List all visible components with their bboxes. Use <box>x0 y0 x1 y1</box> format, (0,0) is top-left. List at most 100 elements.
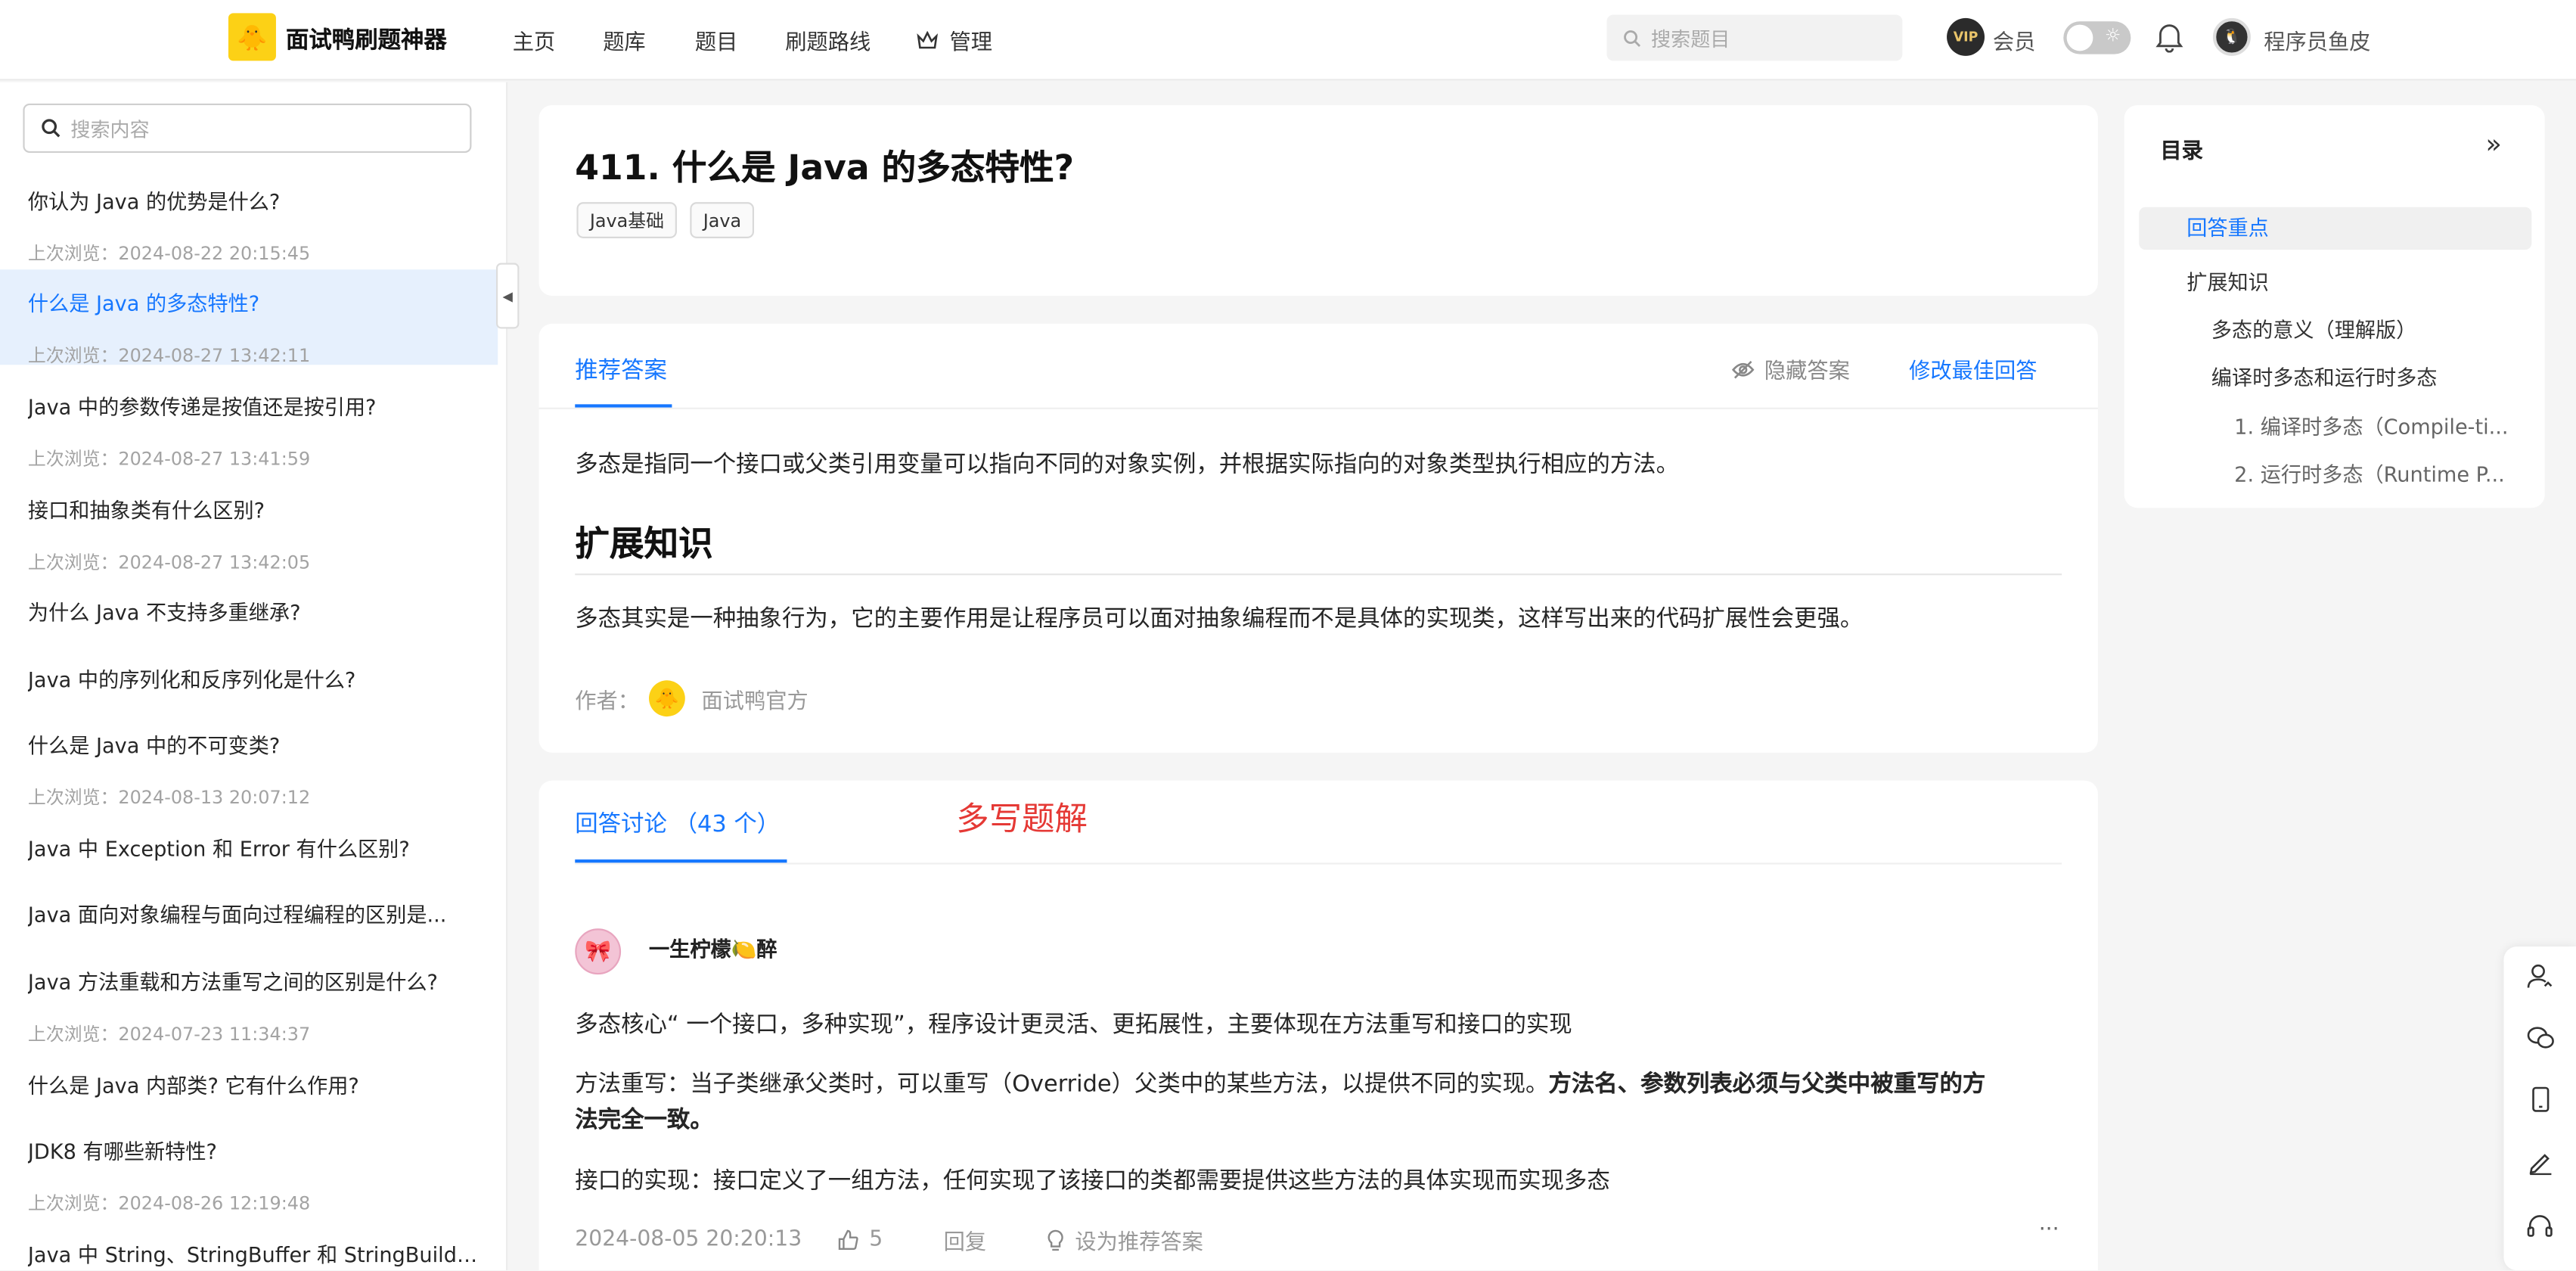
list-item-date: 上次浏览：2024-08-13 20:07:12 <box>27 787 311 809</box>
commenter-name[interactable]: 一生柠檬🍋醉 <box>649 932 777 963</box>
list-item[interactable]: 为什么 Java 不支持多重继承? <box>0 595 498 644</box>
answer-card: 推荐答案 隐藏答案 修改最佳回答 多态是指同一个接口或父类引用变量可以指向不同的… <box>538 323 2098 753</box>
list-item-title: Java 中的参数传递是按值还是按引用? <box>27 394 377 419</box>
author-name[interactable]: 面试鸭官方 <box>702 683 808 714</box>
tab-recommended-answer[interactable]: 推荐答案 <box>575 353 667 386</box>
double-chevron-right-icon[interactable]: » <box>2486 128 2502 159</box>
nav-question-bank[interactable]: 题库 <box>603 25 646 56</box>
toc-item-meaning[interactable]: 多态的意义（理解版） <box>2211 312 2524 343</box>
list-item-date: 上次浏览：2024-07-23 11:34:37 <box>27 1024 311 1046</box>
heading-divider <box>575 573 2062 576</box>
thumbs-up-icon <box>838 1229 858 1251</box>
lightbulb-icon <box>1048 1229 1064 1251</box>
nav-study-route[interactable]: 刷题路线 <box>785 25 871 56</box>
table-of-contents: 目录 » 回答重点 扩展知识 多态的意义（理解版） 编译时多态和运行时多态 1.… <box>2124 105 2545 508</box>
theme-toggle[interactable]: ☼ <box>2063 21 2131 54</box>
list-item[interactable]: Java 中 Exception 和 Error 有什么区别? <box>0 831 498 881</box>
question-title: 411. 什么是 Java 的多态特性? <box>575 148 1075 188</box>
toc-item-compile-time[interactable]: 1. 编译时多态（Compile-ti... <box>2234 409 2522 440</box>
question-sidebar: 搜索内容 你认为 Java 的优势是什么? 上次浏览：2024-08-22 20… <box>0 82 508 1271</box>
extended-knowledge-text: 多态其实是一种抽象行为，它的主要作用是让程序员可以面对抽象编程而不是具体的实现类… <box>575 606 1864 633</box>
list-item-date: 上次浏览：2024-08-26 12:19:48 <box>27 1193 311 1215</box>
toc-title: 目录 <box>2160 139 2203 165</box>
caret-left-icon: ◀ <box>502 288 513 303</box>
list-item-date: 上次浏览：2024-08-27 13:42:05 <box>27 552 311 574</box>
duck-avatar-icon: 🐥 <box>649 680 685 717</box>
search-icon <box>42 119 61 138</box>
list-item-title: 接口和抽象类有什么区别? <box>27 498 265 523</box>
author-label: 作者： <box>575 689 640 714</box>
comment-footer: 2024-08-05 20:20:13 5 回复 设为推荐答案 <box>575 1224 1203 1256</box>
header-search-input[interactable]: 搜索题目 <box>1606 14 1903 61</box>
nav-admin[interactable]: 管理 <box>917 25 992 56</box>
like-button[interactable]: 5 <box>838 1227 883 1253</box>
toc-item-answer-key[interactable]: 回答重点 <box>2139 207 2532 250</box>
collapse-sidebar-button[interactable]: ◀ <box>496 263 520 329</box>
list-item[interactable]: 什么是 Java 中的不可变类? 上次浏览：2024-08-13 20:07:1… <box>0 728 498 813</box>
list-item-title: Java 中 String、StringBuffer 和 StringBuild… <box>27 1242 480 1267</box>
sidebar-search-input[interactable]: 搜索内容 <box>23 103 472 154</box>
list-item-date: 上次浏览：2024-08-22 20:15:45 <box>27 243 311 265</box>
tag-java[interactable]: Java <box>690 202 755 238</box>
list-item[interactable]: 什么是 Java 内部类? 它有什么作用? <box>0 1068 498 1117</box>
duck-logo-icon[interactable]: 🐥 <box>228 13 276 61</box>
mobile-icon[interactable] <box>2525 1085 2555 1114</box>
reply-button[interactable]: 回复 <box>944 1224 987 1256</box>
user-avatar[interactable]: 🐧 <box>2212 17 2251 56</box>
edit-best-answer-link[interactable]: 修改最佳回答 <box>1909 353 2037 385</box>
edit-icon[interactable] <box>2525 1147 2555 1176</box>
list-item[interactable]: Java 方法重载和方法重写之间的区别是什么? 上次浏览：2024-07-23 … <box>0 965 498 1050</box>
comment-p2-bold-cont: 法完全一致。 <box>575 1108 713 1134</box>
header-search-placeholder: 搜索题目 <box>1651 26 1730 51</box>
question-card: 411. 什么是 Java 的多态特性? Java基础 Java <box>538 105 2098 296</box>
list-item[interactable]: Java 中的序列化和反序列化是什么? <box>0 662 498 711</box>
eye-off-icon <box>1731 359 1755 378</box>
comment-paragraph-1: 多态核心“ 一个接口，多种实现”，程序设计更灵活、更拓展性，主要体现在方法重写和… <box>575 1012 1572 1039</box>
wechat-icon[interactable] <box>2525 1022 2555 1052</box>
answer-author: 作者： 🐥 面试鸭官方 <box>575 680 808 717</box>
list-item[interactable]: Java 中的参数传递是按值还是按引用? 上次浏览：2024-08-27 13:… <box>0 390 498 475</box>
comment-paragraph-2-line-1: 方法重写：当子类继承父类时，可以重写（Override）父类中的某些方法，以提供… <box>575 1067 1985 1099</box>
top-header: 🐥 面试鸭刷题神器 主页 题库 题目 刷题路线 管理 搜索题目 VIP 会员 ☼… <box>0 0 2576 81</box>
set-recommended-label: 设为推荐答案 <box>1075 1230 1203 1256</box>
toc-item-runtime[interactable]: 2. 运行时多态（Runtime P... <box>2234 457 2522 488</box>
tag-java-basics[interactable]: Java基础 <box>576 202 678 238</box>
list-item-date: 上次浏览：2024-08-27 13:41:59 <box>27 449 311 471</box>
list-item[interactable]: JDK8 有哪些新特性? 上次浏览：2024-08-26 12:19:48 <box>0 1134 498 1220</box>
set-recommended-button[interactable]: 设为推荐答案 <box>1047 1224 1203 1256</box>
like-count: 5 <box>869 1227 883 1253</box>
floating-toolbar <box>2503 946 2576 1271</box>
list-item-date: 上次浏览：2024-08-27 13:42:11 <box>27 345 311 367</box>
brand-name[interactable]: 面试鸭刷题神器 <box>286 23 447 55</box>
vip-badge-icon[interactable]: VIP <box>1947 17 1985 56</box>
answer-summary: 多态是指同一个接口或父类引用变量可以指向不同的对象实例，并根据实际指向的对象类型… <box>575 452 1679 479</box>
more-options-icon[interactable]: ··· <box>2039 1218 2059 1243</box>
list-item[interactable]: 接口和抽象类有什么区别? 上次浏览：2024-08-27 13:42:05 <box>0 493 498 579</box>
list-item-active[interactable]: 什么是 Java 的多态特性? 上次浏览：2024-08-27 13:42:11 <box>0 269 498 367</box>
toggle-knob <box>2066 24 2093 51</box>
toc-item-compile-runtime[interactable]: 编译时多态和运行时多态 <box>2211 360 2524 391</box>
list-item-title: JDK8 有哪些新特性? <box>27 1139 217 1164</box>
user-service-icon[interactable] <box>2525 962 2555 991</box>
nav-questions[interactable]: 题目 <box>695 25 738 56</box>
nav-admin-label: 管理 <box>949 31 993 56</box>
vip-label[interactable]: 会员 <box>1993 25 2036 56</box>
headset-icon[interactable] <box>2525 1210 2555 1239</box>
comment-p2-bold: 方法名、参数列表必须与父类中被重写的方 <box>1548 1071 1986 1099</box>
tab-discussion[interactable]: 回答讨论 （43 个） <box>575 807 780 840</box>
list-item[interactable]: 你认为 Java 的优势是什么? 上次浏览：2024-08-22 20:15:4… <box>0 184 498 269</box>
comment-p2-plain: 方法重写：当子类继承父类时，可以重写（Override）父类中的某些方法，以提供… <box>575 1071 1549 1099</box>
toc-item-extended[interactable]: 扩展知识 <box>2186 265 2515 296</box>
list-item[interactable]: Java 中 String、StringBuffer 和 StringBuild… <box>0 1238 498 1270</box>
comment-time: 2024-08-05 20:20:13 <box>575 1227 802 1253</box>
commenter-avatar[interactable]: 🎀 <box>575 928 622 975</box>
list-item[interactable]: Java 面向对象编程与面向过程编程的区别是... <box>0 897 498 946</box>
hide-answer-button[interactable]: 隐藏答案 <box>1731 353 1850 384</box>
list-item-title: Java 面向对象编程与面向过程编程的区别是... <box>27 902 447 928</box>
list-item-title: 什么是 Java 中的不可变类? <box>27 732 281 758</box>
comment-paragraph-2-line-2: 法完全一致。 <box>575 1103 712 1136</box>
bell-icon[interactable] <box>2155 21 2183 59</box>
username[interactable]: 程序员鱼皮 <box>2264 25 2370 56</box>
handwritten-annotation: 多写题解 <box>956 798 1088 838</box>
nav-home[interactable]: 主页 <box>513 25 556 56</box>
